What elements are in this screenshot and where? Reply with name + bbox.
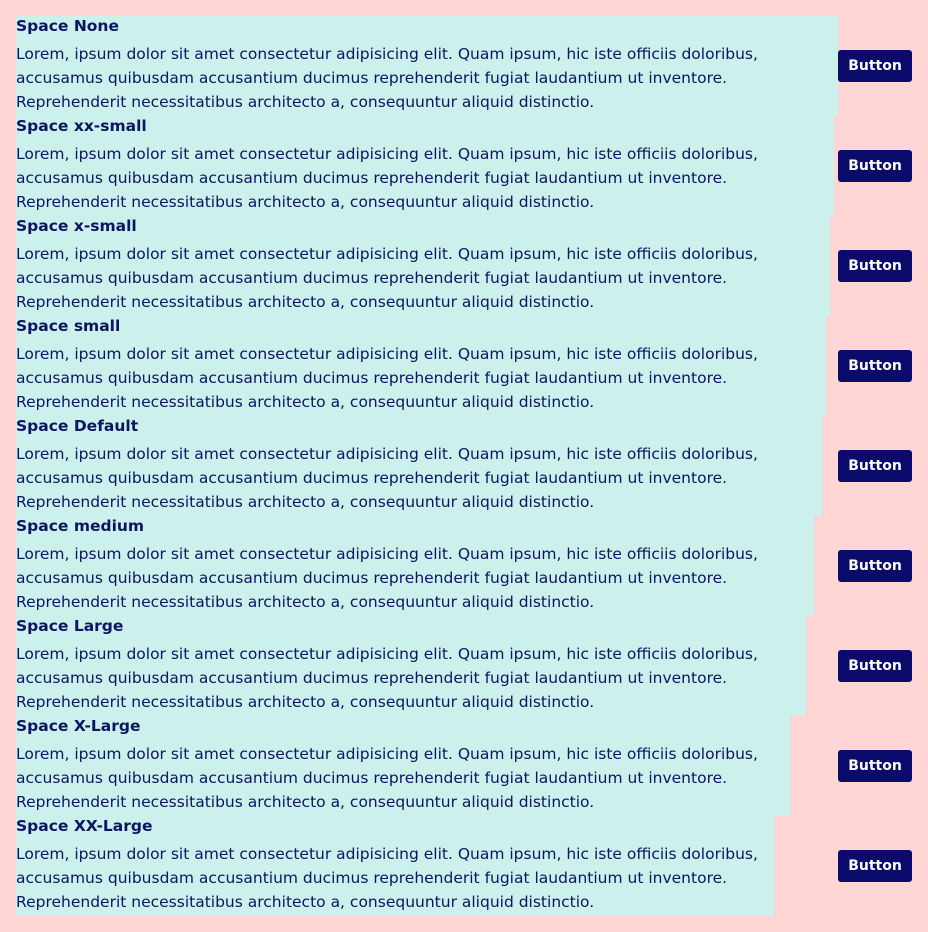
row-title: Space small <box>16 317 121 335</box>
row-title: Space XX-Large <box>16 817 153 835</box>
row-body-text: Lorem, ipsum dolor sit amet consectetur … <box>16 45 758 111</box>
content-block: Space XX-Large Lorem, ipsum dolor sit am… <box>16 816 774 916</box>
row-title: Space Default <box>16 417 139 435</box>
spacing-row-xx-large: Space XX-Large Lorem, ipsum dolor sit am… <box>16 816 912 916</box>
row-button[interactable]: Button <box>838 750 912 782</box>
row-button[interactable]: Button <box>838 450 912 482</box>
row-body-text: Lorem, ipsum dolor sit amet consectetur … <box>16 645 758 711</box>
spacing-row-xx-small: Space xx-small Lorem, ipsum dolor sit am… <box>16 116 912 216</box>
content-block: Space medium Lorem, ipsum dolor sit amet… <box>16 516 814 616</box>
row-button[interactable]: Button <box>838 250 912 282</box>
spacing-demo-page: Space None Lorem, ipsum dolor sit amet c… <box>0 0 928 932</box>
content-block: Space xx-small Lorem, ipsum dolor sit am… <box>16 116 834 216</box>
row-button[interactable]: Button <box>838 850 912 882</box>
row-button[interactable]: Button <box>838 650 912 682</box>
row-body-text: Lorem, ipsum dolor sit amet consectetur … <box>16 445 758 511</box>
content-block: Space Large Lorem, ipsum dolor sit amet … <box>16 616 806 716</box>
spacing-row-small: Space small Lorem, ipsum dolor sit amet … <box>16 316 912 416</box>
spacing-row-x-large: Space X-Large Lorem, ipsum dolor sit ame… <box>16 716 912 816</box>
row-button[interactable]: Button <box>838 50 912 82</box>
spacing-row-large: Space Large Lorem, ipsum dolor sit amet … <box>16 616 912 716</box>
row-button[interactable]: Button <box>838 350 912 382</box>
row-body-text: Lorem, ipsum dolor sit amet consectetur … <box>16 245 758 311</box>
row-title: Space xx-small <box>16 117 147 135</box>
content-block: Space small Lorem, ipsum dolor sit amet … <box>16 316 826 416</box>
row-title: Space X-Large <box>16 717 141 735</box>
row-title: Space Large <box>16 617 124 635</box>
row-button[interactable]: Button <box>838 550 912 582</box>
row-body-text: Lorem, ipsum dolor sit amet consectetur … <box>16 545 758 611</box>
row-button[interactable]: Button <box>838 150 912 182</box>
row-body-text: Lorem, ipsum dolor sit amet consectetur … <box>16 145 758 211</box>
content-block: Space x-small Lorem, ipsum dolor sit ame… <box>16 216 830 316</box>
content-block: Space None Lorem, ipsum dolor sit amet c… <box>16 16 838 116</box>
row-body-text: Lorem, ipsum dolor sit amet consectetur … <box>16 345 758 411</box>
content-block: Space Default Lorem, ipsum dolor sit ame… <box>16 416 822 516</box>
spacing-row-none: Space None Lorem, ipsum dolor sit amet c… <box>16 16 912 116</box>
spacing-row-medium: Space medium Lorem, ipsum dolor sit amet… <box>16 516 912 616</box>
row-title: Space None <box>16 17 119 35</box>
row-title: Space x-small <box>16 217 137 235</box>
spacing-row-x-small: Space x-small Lorem, ipsum dolor sit ame… <box>16 216 912 316</box>
row-body-text: Lorem, ipsum dolor sit amet consectetur … <box>16 845 758 911</box>
content-block: Space X-Large Lorem, ipsum dolor sit ame… <box>16 716 790 816</box>
spacing-row-default: Space Default Lorem, ipsum dolor sit ame… <box>16 416 912 516</box>
row-title: Space medium <box>16 517 145 535</box>
row-body-text: Lorem, ipsum dolor sit amet consectetur … <box>16 745 758 811</box>
